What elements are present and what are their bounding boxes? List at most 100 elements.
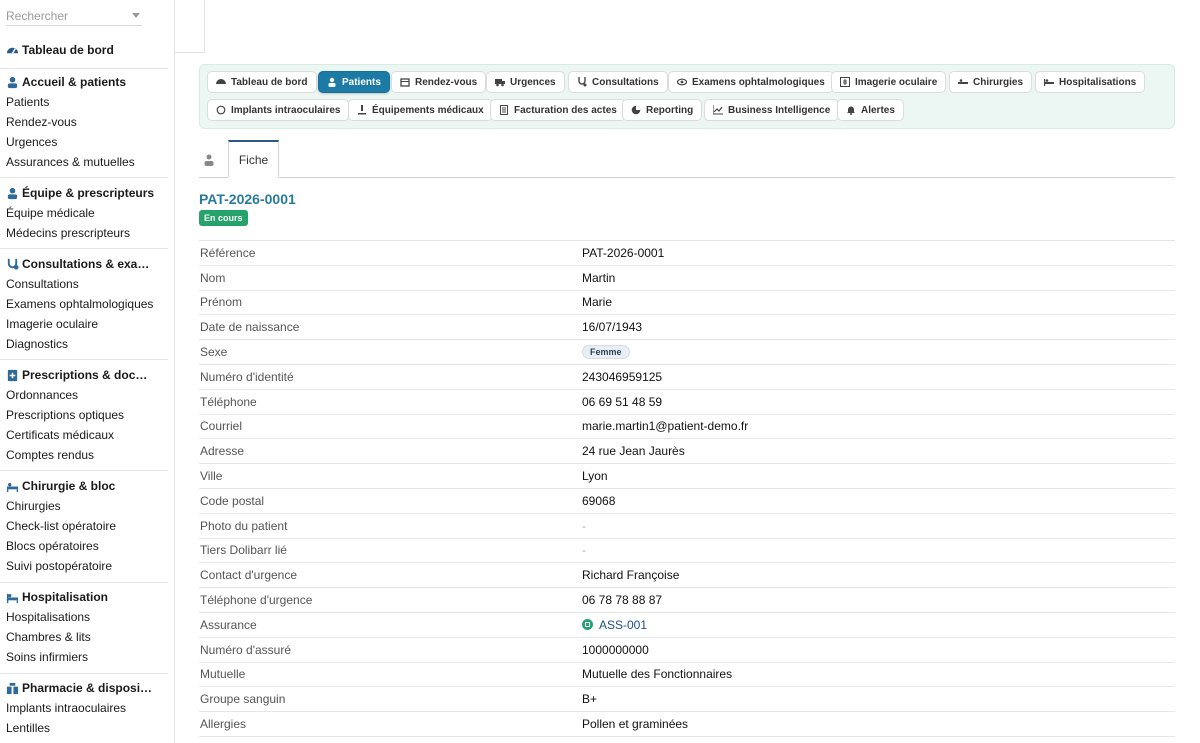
sidebar-item-diagnostics[interactable]: Diagnostics [0, 334, 174, 354]
tab-equipements[interactable]: Équipements médicaux [348, 99, 493, 121]
sex-badge: Femme [582, 345, 630, 360]
sidebar-item-comptes-rendus[interactable]: Comptes rendus [0, 445, 174, 465]
field-label: Téléphone d'urgence [200, 593, 313, 608]
sidebar-item-examens[interactable]: Examens ophtalmologiques [0, 294, 174, 314]
tab-urgences[interactable]: Urgences [486, 71, 565, 93]
sidebar-item-suivi[interactable]: Suivi postopératoire [0, 556, 174, 576]
sidebar-item-medecins-prescripteurs[interactable]: Médecins prescripteurs [0, 223, 174, 243]
tab-business-intelligence[interactable]: Business Intelligence [704, 99, 840, 121]
sidebar-item-rendez-vous[interactable]: Rendez-vous [0, 112, 174, 132]
divider [0, 68, 168, 69]
field-row: Nom Martin [199, 266, 1175, 291]
stethoscope-icon [7, 258, 19, 270]
sidebar-item-check-list[interactable]: Check-list opératoire [0, 516, 174, 536]
sidebar-item-imagerie[interactable]: Imagerie oculaire [0, 314, 174, 334]
sidebar-group-title[interactable]: Équipe & prescripteurs [0, 183, 174, 203]
chevron-down-icon[interactable] [132, 13, 140, 18]
record-tabs: Fiche [199, 140, 1175, 178]
field-row: Mutuelle Mutuelle des Fonctionnaires [199, 663, 1175, 688]
field-value: marie.martin1@patient-demo.fr [582, 419, 749, 434]
field-value: Richard Françoise [582, 568, 680, 583]
divider [0, 673, 168, 674]
tab-reporting[interactable]: Reporting [622, 99, 703, 121]
sidebar-item-implants[interactable]: Implants intraoculaires [0, 698, 174, 718]
tab-alertes[interactable]: Alertes [837, 99, 904, 121]
calendar-icon [400, 78, 410, 87]
sidebar-group-title[interactable]: Accueil & patients [0, 72, 174, 92]
sidebar-group-title[interactable]: Consultations & exa… [0, 254, 174, 274]
field-label: Numéro d'assuré [200, 642, 291, 657]
tab-examens[interactable]: Examens ophtalmologiques [668, 71, 834, 93]
search-box[interactable] [6, 6, 142, 26]
sidebar-item-lentilles[interactable]: Lentilles [0, 718, 174, 738]
sidebar-group-consultations: Consultations & exa… Consultations Exame… [0, 254, 174, 354]
tab-rendez-vous[interactable]: Rendez-vous [391, 71, 487, 93]
gauge-icon [6, 47, 19, 54]
tab-fiche[interactable]: Fiche [228, 140, 279, 178]
field-value: B+ [582, 692, 598, 707]
sidebar-item-soins[interactable]: Soins infirmiers [0, 647, 174, 667]
sidebar-group-hospitalisation: Hospitalisation Hospitalisations Chambre… [0, 587, 174, 667]
sidebar-item-consultations[interactable]: Consultations [0, 274, 174, 294]
patient-icon[interactable] [203, 154, 215, 166]
circle-icon [216, 105, 226, 115]
sidebar-item-patients[interactable]: Patients [0, 92, 174, 112]
field-value: ASS-001 [582, 618, 647, 632]
sidebar-item-blocs[interactable]: Blocs opératoires [0, 536, 174, 556]
tab-tableau-de-bord[interactable]: Tableau de bord [207, 71, 317, 93]
field-row: Date de naissance 16/07/1943 [199, 315, 1175, 341]
sidebar-item-certificats[interactable]: Certificats médicaux [0, 425, 174, 445]
field-label: Prénom [200, 295, 243, 310]
sidebar-dashboard[interactable]: Tableau de bord [0, 40, 174, 60]
sidebar-item-assurances[interactable]: Assurances & mutuelles [0, 152, 174, 172]
field-label: Ville [200, 469, 223, 484]
sidebar-item-equipe-medicale[interactable]: Équipe médicale [0, 203, 174, 223]
sidebar-group-title[interactable]: Prescriptions & doc… [0, 365, 174, 385]
sidebar-item-chirurgies[interactable]: Chirurgies [0, 496, 174, 516]
tab-patients[interactable]: Patients [318, 71, 390, 93]
bed-icon [1044, 79, 1054, 86]
insurance-link[interactable]: ASS-001 [599, 618, 647, 632]
sidebar-group-title[interactable]: Chirurgie & bloc [0, 476, 174, 496]
sidebar-group-prescriptions: Prescriptions & doc… Ordonnances Prescri… [0, 365, 174, 465]
sidebar-item-ordonnances[interactable]: Ordonnances [0, 385, 174, 405]
sidebar: Tableau de bord Accueil & patients Patie… [0, 0, 175, 743]
field-row: Photo du patient - [199, 514, 1175, 539]
line-chart-icon [713, 105, 723, 115]
tab-implants[interactable]: Implants intraoculaires [207, 99, 350, 121]
field-row: Code postal 69068 [199, 489, 1175, 514]
tab-hospitalisations[interactable]: Hospitalisations [1035, 71, 1146, 93]
sidebar-item-prescriptions-optiques[interactable]: Prescriptions optiques [0, 405, 174, 425]
field-label: Allergies [200, 717, 247, 732]
microscope-icon [358, 105, 366, 115]
module-tabs: Tableau de bord Patients Rendez-vous Urg… [199, 64, 1175, 129]
field-value: Mutuelle des Fonctionnaires [582, 667, 733, 682]
pharmacy-icon [6, 682, 19, 694]
tab-consultations[interactable]: Consultations [568, 71, 668, 93]
sidebar-item-urgences[interactable]: Urgences [0, 132, 174, 152]
field-label: Photo du patient [200, 518, 288, 533]
field-row: Groupe sanguin B+ [199, 687, 1175, 713]
tab-chirurgies[interactable]: Chirurgies [949, 71, 1033, 93]
field-value: 06 78 78 88 87 [582, 593, 663, 608]
divider [0, 177, 168, 178]
sidebar-item-chambres[interactable]: Chambres & lits [0, 627, 174, 647]
field-label: Numéro d'identité [200, 369, 294, 384]
field-value: 1000000000 [582, 642, 649, 657]
field-row: Assurance ASS-001 [199, 613, 1175, 638]
field-value: Pollen et graminées [582, 717, 689, 732]
sidebar-item-hospitalisations[interactable]: Hospitalisations [0, 607, 174, 627]
sidebar-group-title[interactable]: Pharmacie & disposi… [0, 678, 174, 698]
field-label: Assurance [200, 617, 257, 632]
insurance-icon [582, 619, 593, 631]
field-label: Téléphone [200, 394, 257, 409]
tab-facturation[interactable]: Facturation des actes [490, 99, 626, 121]
search-input[interactable] [6, 6, 124, 25]
field-value: 16/07/1943 [582, 320, 643, 335]
divider [0, 359, 168, 360]
record-fields: Référence PAT-2026-0001 Nom Martin Prénom M… [199, 240, 1175, 737]
sidebar-group-title[interactable]: Hospitalisation [0, 587, 174, 607]
tab-imagerie[interactable]: Imagerie oculaire [831, 71, 947, 93]
eye-icon [677, 78, 687, 86]
sidebar-group-accueil: Accueil & patients Patients Rendez-vous … [0, 72, 174, 172]
